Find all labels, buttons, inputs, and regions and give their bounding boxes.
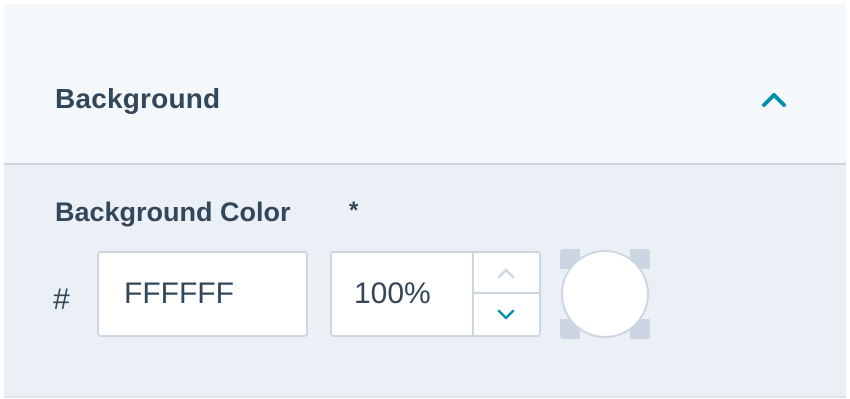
section-title: Background [55,83,221,114]
hash-prefix: # [53,283,70,316]
color-preview-circle [561,250,649,338]
opacity-field [330,251,541,337]
hex-color-input[interactable] [97,251,308,337]
opacity-input[interactable] [332,253,474,335]
chevron-down-icon [497,309,515,320]
field-label: Background Color [55,197,291,227]
opacity-increase-button[interactable] [474,253,539,294]
chevron-up-icon [497,268,515,279]
chevron-up-icon[interactable] [760,86,788,112]
opacity-stepper [474,253,539,335]
required-marker: * [349,197,359,224]
section-header-toggle[interactable]: Background [4,4,846,165]
background-section: Background Background Color * # [4,4,846,398]
opacity-decrease-button[interactable] [474,294,539,335]
color-swatch-button[interactable] [560,249,650,339]
